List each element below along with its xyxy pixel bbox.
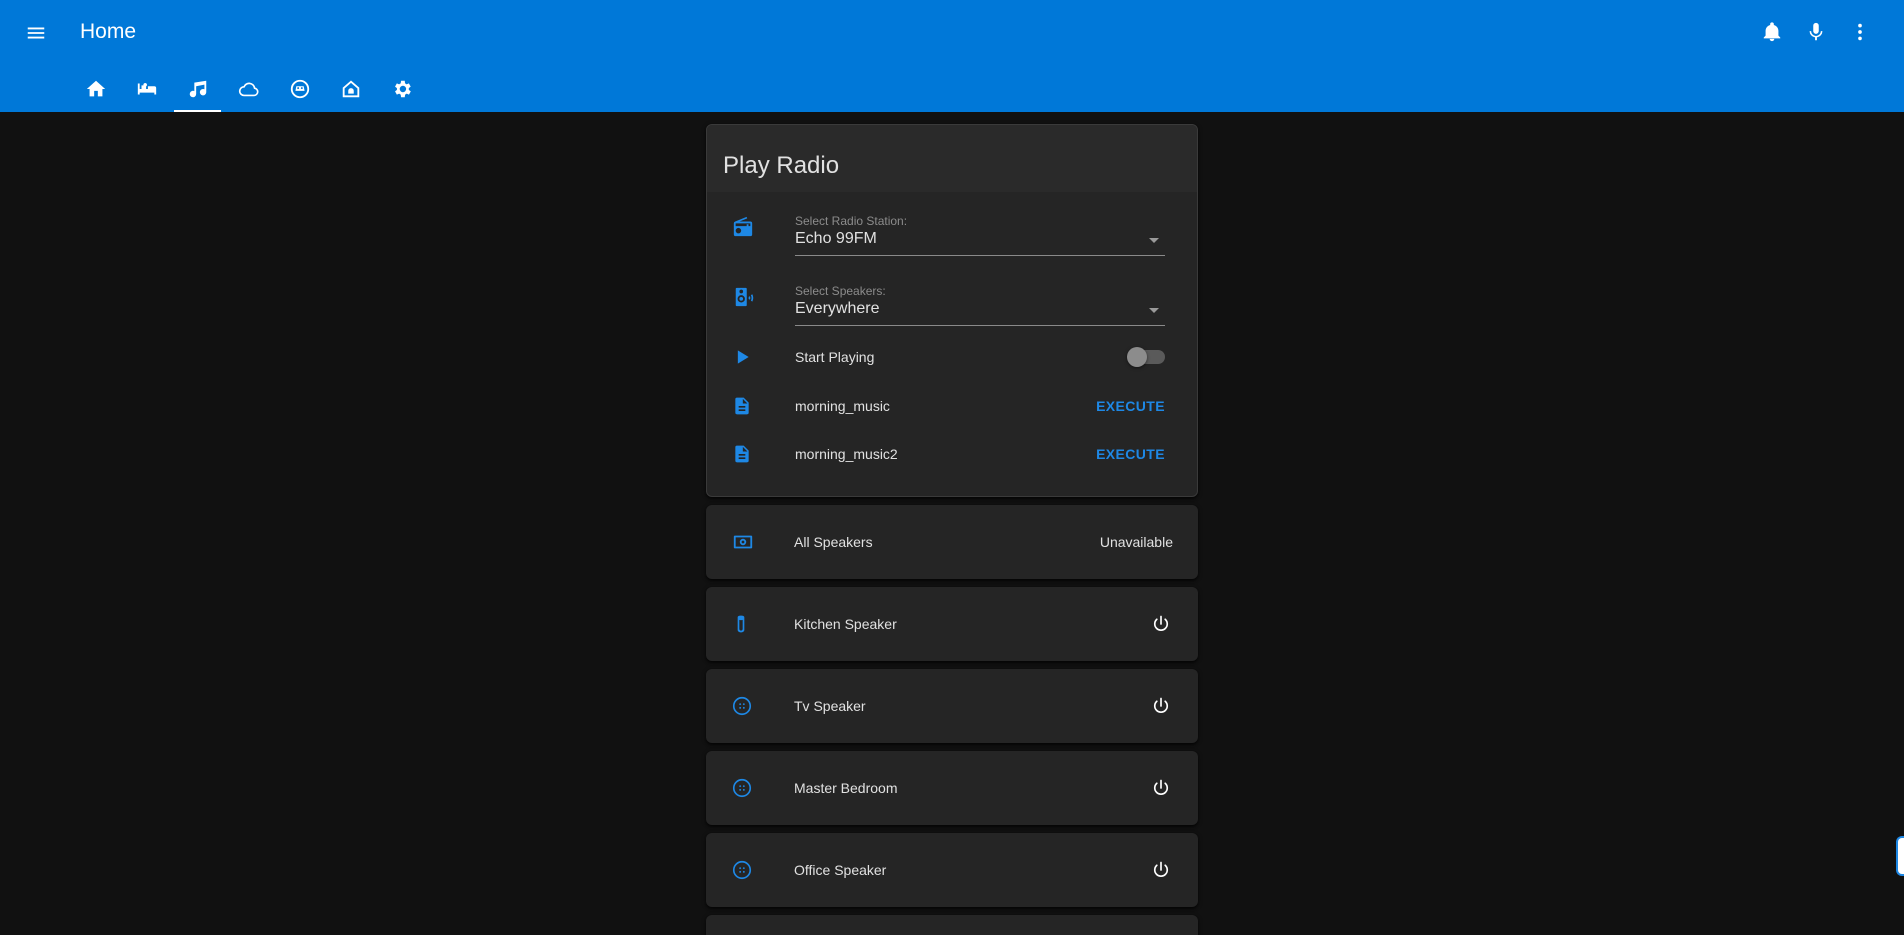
- tab-bedroom[interactable]: [121, 66, 172, 112]
- start-playing-toggle[interactable]: [1127, 347, 1165, 367]
- smart-speaker-icon: [737, 615, 745, 633]
- speakers-value: Everywhere: [795, 300, 880, 317]
- speakers-label: Select Speakers:: [795, 284, 886, 298]
- script-row: morning_music EXECUTE: [723, 382, 1181, 430]
- card-title: Play Radio: [707, 125, 1197, 192]
- cloud-icon: [238, 82, 258, 97]
- tab-vacuum[interactable]: [274, 66, 325, 112]
- speaker-group-icon: [733, 535, 753, 549]
- entity-state: Unavailable: [1099, 534, 1173, 550]
- dropdown-caret-icon: [1149, 238, 1159, 243]
- play-radio-card: Play Radio Select Radio Station: Echo 99…: [706, 124, 1198, 497]
- tab-music[interactable]: [172, 66, 223, 112]
- dropdown-caret-icon: [1149, 308, 1159, 313]
- google-home-icon: [732, 696, 752, 716]
- start-playing-row: Start Playing: [723, 332, 1181, 382]
- start-playing-label: Start Playing: [795, 349, 875, 365]
- google-home-icon: [732, 778, 752, 798]
- power-icon: [1153, 861, 1169, 877]
- radio-station-label: Select Radio Station:: [795, 214, 908, 228]
- tab-home[interactable]: [70, 66, 121, 112]
- microphone-icon: [1809, 22, 1823, 41]
- power-button[interactable]: [1148, 775, 1174, 801]
- app-title: Home: [80, 20, 137, 43]
- radio-station-row: Select Radio Station: Echo 99FM: [723, 192, 1181, 262]
- home-icon: [86, 80, 105, 97]
- radio-station-value: Echo 99FM: [795, 230, 877, 247]
- google-home-icon: [732, 860, 752, 880]
- entity-name: All Speakers: [794, 534, 873, 550]
- power-button[interactable]: [1148, 611, 1174, 637]
- all-speakers-card[interactable]: All Speakers Unavailable: [706, 505, 1198, 579]
- bed-icon: [137, 83, 156, 95]
- tab-settings[interactable]: [376, 66, 427, 112]
- overflow-menu-button[interactable]: [1840, 14, 1880, 50]
- more-vertical-icon: [1858, 23, 1862, 41]
- entity-name: Tv Speaker: [794, 698, 866, 714]
- master-bedroom-card[interactable]: Master Bedroom: [706, 751, 1198, 825]
- menu-button[interactable]: [18, 15, 54, 51]
- script-icon: [735, 397, 749, 415]
- power-icon: [1153, 779, 1169, 795]
- kitchen-speaker-card[interactable]: Kitchen Speaker: [706, 587, 1198, 661]
- office-speaker-card[interactable]: Office Speaker: [706, 833, 1198, 907]
- menu-icon: [27, 27, 45, 39]
- play-icon: [737, 350, 749, 364]
- settings-icon: [394, 80, 411, 98]
- speakers-select[interactable]: Select Speakers: Everywhere: [795, 284, 1165, 326]
- home-alarm-icon: [342, 80, 359, 98]
- entity-name: Office Speaker: [794, 862, 887, 878]
- view-tabs: [70, 66, 427, 112]
- execute-button[interactable]: EXECUTE: [1096, 398, 1165, 414]
- header-actions: [1752, 14, 1880, 50]
- next-card-partial: [706, 915, 1198, 935]
- script-row: morning_music2 EXECUTE: [723, 430, 1181, 478]
- power-icon: [1153, 697, 1169, 713]
- entity-name: Master Bedroom: [794, 780, 898, 796]
- side-panel-handle[interactable]: [1896, 836, 1904, 876]
- execute-button[interactable]: EXECUTE: [1096, 446, 1165, 462]
- power-button[interactable]: [1148, 693, 1174, 719]
- toggle-knob: [1127, 347, 1147, 367]
- tab-weather[interactable]: [223, 66, 274, 112]
- bell-icon: [1763, 22, 1781, 42]
- speaker-wireless-icon: [735, 287, 754, 307]
- power-button[interactable]: [1148, 857, 1174, 883]
- radio-station-select[interactable]: Select Radio Station: Echo 99FM: [795, 214, 1165, 256]
- tv-speaker-card[interactable]: Tv Speaker: [706, 669, 1198, 743]
- speakers-row: Select Speakers: Everywhere: [723, 262, 1181, 332]
- power-icon: [1153, 615, 1169, 631]
- voice-button[interactable]: [1796, 14, 1836, 50]
- radio-icon: [733, 216, 753, 237]
- music-icon: [189, 80, 206, 98]
- robot-vacuum-icon: [290, 79, 309, 99]
- entity-name: Kitchen Speaker: [794, 616, 897, 632]
- app-header: Home: [0, 0, 1904, 112]
- cards-column: Play Radio Select Radio Station: Echo 99…: [706, 124, 1198, 935]
- script-icon: [735, 445, 749, 463]
- notifications-button[interactable]: [1752, 14, 1792, 50]
- tab-security[interactable]: [325, 66, 376, 112]
